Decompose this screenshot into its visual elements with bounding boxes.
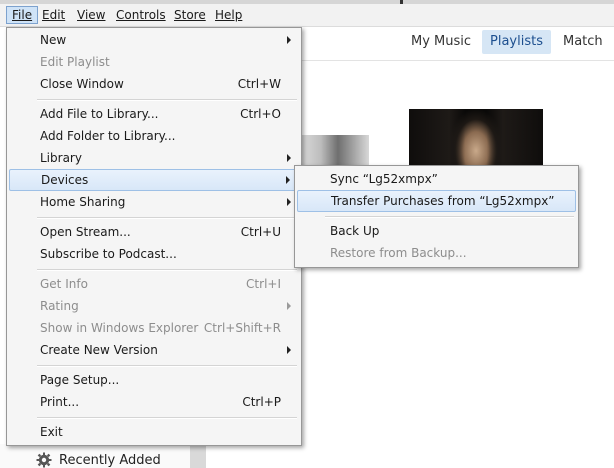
- sidebar-item-recently-added[interactable]: Recently Added: [59, 453, 161, 468]
- menu-item-get-info: Get Info Ctrl+I: [9, 273, 299, 295]
- submenu-arrow-icon: [287, 346, 291, 354]
- menu-separator: [325, 216, 574, 218]
- menu-item-home-sharing[interactable]: Home Sharing: [9, 191, 299, 213]
- gear-icon: [36, 452, 52, 468]
- menu-item-create-version[interactable]: Create New Version: [9, 339, 299, 361]
- devices-submenu: Sync “Lg52xmpx” Transfer Purchases from …: [294, 165, 579, 268]
- view-tabs: My Music Playlists Match: [300, 27, 614, 61]
- menu-item-transfer-purchases-label: Transfer Purchases from “Lg52xmpx”: [331, 194, 555, 208]
- menu-controls-label: Controls: [116, 8, 166, 22]
- submenu-arrow-icon: [287, 198, 291, 206]
- menu-item-get-info-label: Get Info: [40, 277, 88, 291]
- menu-item-sync-label: Sync “Lg52xmpx”: [330, 172, 438, 186]
- album-art-2-shade: [409, 109, 543, 167]
- shortcut-get-info: Ctrl+I: [246, 277, 281, 291]
- menu-item-sync[interactable]: Sync “Lg52xmpx”: [297, 168, 576, 190]
- submenu-arrow-icon: [287, 154, 291, 162]
- menu-item-restore-backup-label: Restore from Backup...: [330, 246, 467, 260]
- shortcut-show-explorer: Ctrl+Shift+R: [203, 321, 281, 335]
- menu-item-subscribe-podcast-label: Subscribe to Podcast...: [40, 247, 177, 261]
- menu-item-devices[interactable]: Devices: [9, 169, 299, 191]
- menu-item-print-label: Print...: [40, 395, 80, 409]
- album-art-2[interactable]: [409, 109, 543, 167]
- tab-playlists[interactable]: Playlists: [482, 30, 551, 54]
- menu-item-open-stream-label: Open Stream...: [40, 225, 131, 239]
- menu-item-open-stream[interactable]: Open Stream... Ctrl+U: [9, 221, 299, 243]
- menu-item-back-up[interactable]: Back Up: [297, 220, 576, 242]
- menu-controls[interactable]: Controls: [111, 6, 171, 24]
- menu-separator: [37, 99, 297, 101]
- menu-item-page-setup[interactable]: Page Setup...: [9, 369, 299, 391]
- menu-item-new[interactable]: New: [9, 29, 299, 51]
- menu-separator: [37, 269, 297, 271]
- menu-item-transfer-purchases[interactable]: Transfer Purchases from “Lg52xmpx”: [297, 190, 576, 212]
- menu-item-subscribe-podcast[interactable]: Subscribe to Podcast...: [9, 243, 299, 265]
- menu-separator: [37, 365, 297, 367]
- menu-help[interactable]: Help: [210, 6, 247, 24]
- menu-item-add-folder[interactable]: Add Folder to Library...: [9, 125, 299, 147]
- menu-item-exit[interactable]: Exit: [9, 421, 299, 443]
- menu-item-add-folder-label: Add Folder to Library...: [40, 129, 176, 143]
- menu-item-add-file-label: Add File to Library...: [40, 107, 159, 121]
- menu-help-label: Help: [215, 8, 243, 22]
- menu-item-create-version-label: Create New Version: [40, 343, 158, 357]
- file-menu: New Edit Playlist Close Window Ctrl+W Ad…: [6, 27, 302, 446]
- menu-item-exit-label: Exit: [40, 425, 63, 439]
- menu-bar: File Edit View Controls Store Help: [0, 4, 614, 27]
- submenu-arrow-icon: [287, 36, 291, 44]
- menu-file[interactable]: File: [6, 6, 39, 24]
- menu-view-label: View: [77, 8, 106, 22]
- menu-edit[interactable]: Edit: [37, 6, 70, 24]
- menu-item-edit-playlist-label: Edit Playlist: [40, 55, 110, 69]
- menu-item-devices-label: Devices: [41, 173, 89, 187]
- menu-item-library[interactable]: Library: [9, 147, 299, 169]
- menu-item-close-window-label: Close Window: [40, 77, 124, 91]
- menu-file-label: File: [12, 8, 33, 22]
- tab-my-music[interactable]: My Music: [403, 30, 479, 54]
- menu-item-home-sharing-label: Home Sharing: [40, 195, 126, 209]
- menu-separator: [37, 217, 297, 219]
- menu-item-rating-label: Rating: [40, 299, 79, 313]
- menu-item-print[interactable]: Print... Ctrl+P: [9, 391, 299, 413]
- shortcut-add-file: Ctrl+O: [240, 107, 281, 121]
- menu-item-rating: Rating: [9, 295, 299, 317]
- menu-item-edit-playlist: Edit Playlist: [9, 51, 299, 73]
- menu-store-label: Store: [174, 8, 206, 22]
- menu-separator: [37, 417, 297, 419]
- menu-view[interactable]: View: [72, 6, 110, 24]
- submenu-arrow-icon: [286, 176, 290, 184]
- menu-item-show-explorer: Show in Windows Explorer Ctrl+Shift+R: [9, 317, 299, 339]
- album-art-1[interactable]: [300, 135, 369, 167]
- menu-item-restore-backup: Restore from Backup...: [297, 242, 576, 264]
- menu-store[interactable]: Store: [169, 6, 211, 24]
- menu-item-show-explorer-label: Show in Windows Explorer: [40, 321, 199, 335]
- submenu-arrow-icon: [287, 302, 291, 310]
- menu-edit-label: Edit: [42, 8, 66, 22]
- menu-item-page-setup-label: Page Setup...: [40, 373, 120, 387]
- shortcut-close-window: Ctrl+W: [237, 77, 281, 91]
- shortcut-open-stream: Ctrl+U: [240, 225, 281, 239]
- menu-item-library-label: Library: [40, 151, 82, 165]
- menu-item-add-file[interactable]: Add File to Library... Ctrl+O: [9, 103, 299, 125]
- menu-item-back-up-label: Back Up: [330, 224, 380, 238]
- shortcut-print: Ctrl+P: [242, 395, 281, 409]
- menu-item-close-window[interactable]: Close Window Ctrl+W: [9, 73, 299, 95]
- tab-match[interactable]: Match: [555, 30, 611, 54]
- menu-item-new-label: New: [40, 33, 67, 47]
